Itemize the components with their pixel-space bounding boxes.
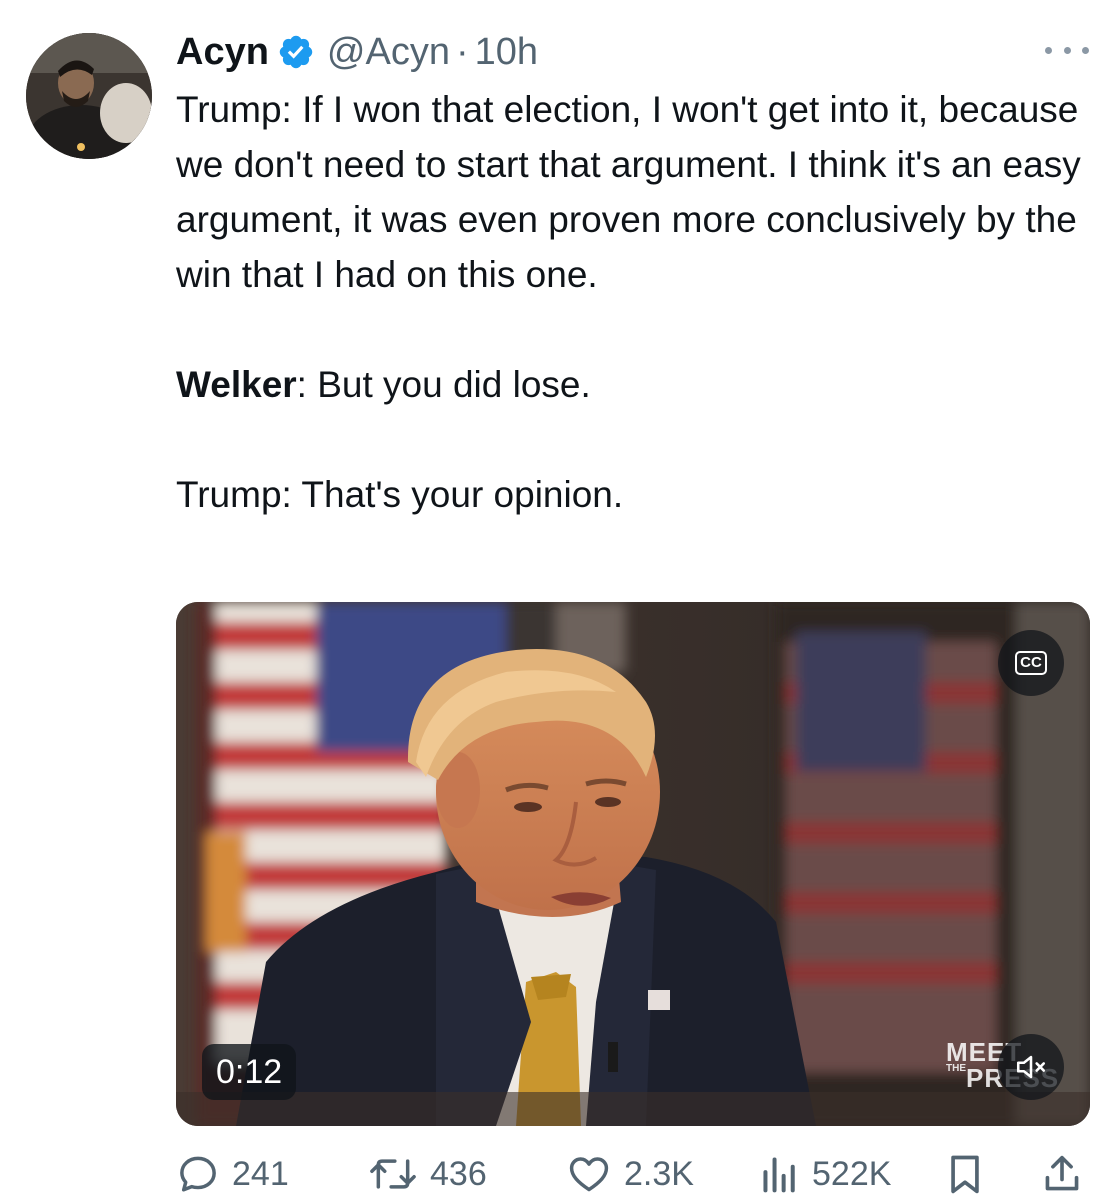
cc-icon: CC xyxy=(1015,651,1047,675)
avatar-image xyxy=(26,33,152,159)
action-bar: 241 436 2.3K 522K xyxy=(176,1146,1086,1202)
avatar[interactable] xyxy=(26,33,152,159)
like-icon xyxy=(569,1157,609,1192)
paragraph-2-text: : But you did lose. xyxy=(296,364,591,405)
share-icon xyxy=(1045,1155,1079,1191)
paragraph-3: Trump: That's your opinion. xyxy=(176,467,1086,522)
author-name[interactable]: Acyn xyxy=(176,31,269,74)
repost-icon xyxy=(370,1159,416,1189)
paragraph-1: Trump: If I won that election, I won't g… xyxy=(176,82,1086,302)
reply-count: 241 xyxy=(232,1154,289,1193)
repost-button[interactable]: 436 xyxy=(368,1146,487,1202)
author-handle[interactable]: @Acyn xyxy=(327,31,450,74)
video-player[interactable]: CC 0:12 MEET THE PRESS xyxy=(176,602,1090,1126)
like-count: 2.3K xyxy=(624,1154,694,1193)
speaker-name: Welker xyxy=(176,364,297,405)
tweet-header: Acyn @Acyn · 10h xyxy=(176,28,538,76)
mute-icon xyxy=(1016,1055,1046,1079)
verified-badge-icon xyxy=(277,33,315,71)
paragraph-3-text: Trump: That's your opinion. xyxy=(176,474,624,515)
share-button[interactable] xyxy=(1042,1146,1082,1202)
reply-icon xyxy=(180,1156,216,1192)
cc-button[interactable]: CC xyxy=(998,630,1064,696)
like-button[interactable]: 2.3K xyxy=(566,1146,694,1202)
views-icon xyxy=(763,1157,795,1193)
bookmark-button[interactable] xyxy=(946,1146,984,1202)
separator-dot: · xyxy=(455,30,469,73)
bookmark-icon xyxy=(951,1155,979,1194)
tweet-text: Trump: If I won that election, I won't g… xyxy=(176,82,1086,522)
video-duration: 0:12 xyxy=(202,1044,297,1100)
mute-button[interactable] xyxy=(998,1034,1064,1100)
post-time[interactable]: 10h xyxy=(475,31,538,74)
repost-count: 436 xyxy=(430,1154,487,1193)
paragraph-1-text: Trump: If I won that election, I won't g… xyxy=(176,89,1081,295)
view-count: 522K xyxy=(812,1154,892,1193)
tweet[interactable]: Acyn @Acyn · 10h Trump: If I won that el… xyxy=(0,0,1117,1200)
more-icon[interactable] xyxy=(1045,40,1089,60)
video-frame xyxy=(176,602,1090,1126)
reply-button[interactable]: 241 xyxy=(176,1146,289,1202)
paragraph-2: Welker: But you did lose. xyxy=(176,357,1086,412)
views-button[interactable]: 522K xyxy=(760,1146,891,1202)
